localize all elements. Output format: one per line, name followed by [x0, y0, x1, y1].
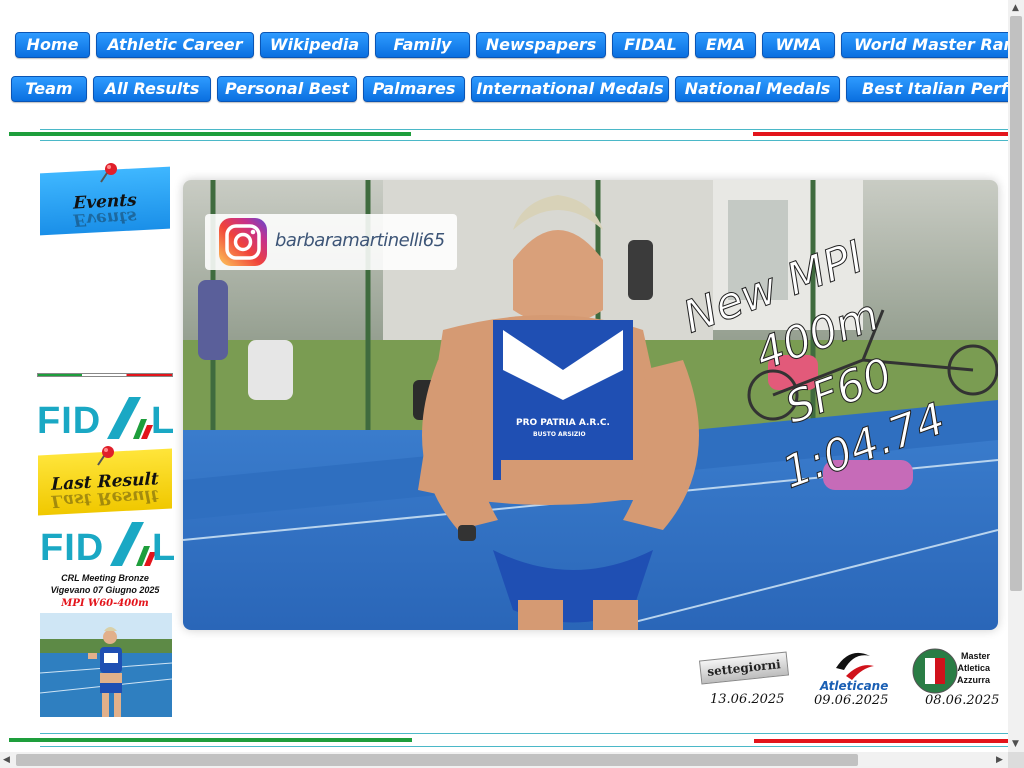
- nav-fidal-button[interactable]: FIDAL: [612, 32, 689, 58]
- nav-international-medals-button[interactable]: International Medals: [471, 76, 669, 102]
- nav-palmares-button[interactable]: Palmares: [363, 76, 465, 102]
- news-item[interactable]: Atleticanet.it 09.06.2025: [812, 646, 892, 710]
- news-date: 08.06.2025: [925, 693, 1000, 708]
- svg-text:FID: FID: [40, 527, 104, 568]
- news-date: 13.06.2025: [710, 692, 785, 707]
- nav-team-button[interactable]: Team: [11, 76, 87, 102]
- nav-best-italian-performances-button[interactable]: Best Italian Performances: [846, 76, 1008, 102]
- instagram-icon: [219, 218, 267, 266]
- nav-world-master-rankings-button[interactable]: World Master Rankings: [841, 32, 1008, 58]
- scroll-up-icon[interactable]: ▲: [1012, 3, 1019, 13]
- atleticanet-name: Atleticanet.it: [819, 679, 888, 693]
- svg-text:FID: FID: [37, 400, 101, 441]
- result-caption-line1: CRL Meeting Bronze: [61, 573, 149, 583]
- divider-line: [40, 746, 1008, 747]
- news-item[interactable]: settegiorni 13.06.2025: [698, 650, 790, 710]
- vertical-scroll-thumb[interactable]: [1010, 16, 1022, 591]
- divider-line: [40, 140, 1008, 141]
- scroll-right-icon[interactable]: ▶: [996, 755, 1003, 765]
- nav-ema-button[interactable]: EMA: [695, 32, 756, 58]
- news-item[interactable]: Master Atletica Azzurra 08.06.2025: [910, 646, 1008, 710]
- divider-line: [40, 129, 1008, 130]
- flag-strip: [37, 373, 173, 377]
- nav-wikipedia-button[interactable]: Wikipedia: [260, 32, 369, 58]
- nav-row-2: Team All Results Personal Best Palmares …: [0, 76, 1008, 102]
- divider-line: [40, 733, 1008, 734]
- master-atletica-logo: [912, 648, 958, 694]
- divider-green: [9, 738, 412, 742]
- fidal-logo[interactable]: FID L: [40, 520, 175, 569]
- settegiorni-logo: settegiorni: [698, 651, 790, 685]
- nav-family-button[interactable]: Family: [375, 32, 470, 58]
- bib-subtext: BUSTO ARSIZIO: [533, 431, 586, 438]
- divider-red: [754, 739, 1008, 743]
- record-overlay: New MPI 400m SF60 1:04.74: [676, 231, 952, 499]
- nav-all-results-button[interactable]: All Results: [93, 76, 211, 102]
- scroll-left-icon[interactable]: ◀: [3, 755, 10, 765]
- result-caption-line2: Vigevano 07 Giugno 2025: [50, 585, 160, 595]
- result-caption-line3: MPI W60-400m: [61, 598, 149, 609]
- divider-red: [753, 132, 1008, 136]
- pushpin-icon: [97, 446, 114, 466]
- svg-text:L: L: [151, 400, 173, 441]
- master-atletica-name: Master Atletica Azzurra: [956, 651, 990, 685]
- nav-home-button[interactable]: Home: [15, 32, 90, 58]
- nav-wma-button[interactable]: WMA: [762, 32, 835, 58]
- hero-photo: PRO PATRIA A.R.C. BUSTO ARSIZIO barbaram…: [183, 180, 998, 630]
- atleticanet-logo: Atleticanet.it: [819, 652, 888, 693]
- svg-text:L: L: [152, 527, 174, 568]
- nav-row-1: Home Athletic Career Wikipedia Family Ne…: [0, 32, 1008, 58]
- instagram-banner[interactable]: barbaramartinelli65: [205, 214, 457, 270]
- page: Home Athletic Career Wikipedia Family Ne…: [0, 0, 1008, 752]
- nav-athletic-career-button[interactable]: Athletic Career: [96, 32, 254, 58]
- fidal-logo[interactable]: FID L: [37, 395, 174, 442]
- pushpin-icon: [100, 163, 117, 183]
- news-date: 09.06.2025: [814, 693, 889, 708]
- bib-text: PRO PATRIA A.R.C.: [516, 418, 610, 428]
- instagram-handle: barbaramartinelli65: [275, 230, 445, 251]
- horizontal-scroll-thumb[interactable]: [16, 754, 858, 766]
- divider-green: [9, 132, 411, 136]
- scrollbar-corner: [1008, 752, 1024, 768]
- scroll-down-icon[interactable]: ▼: [1012, 739, 1019, 749]
- horizontal-scrollbar[interactable]: ◀ ▶: [0, 752, 1008, 768]
- nav-national-medals-button[interactable]: National Medals: [675, 76, 840, 102]
- nav-newspapers-button[interactable]: Newspapers: [476, 32, 606, 58]
- last-result-photo[interactable]: [40, 613, 172, 717]
- nav-personal-best-button[interactable]: Personal Best: [217, 76, 357, 102]
- vertical-scrollbar[interactable]: ▲ ▼: [1008, 0, 1024, 752]
